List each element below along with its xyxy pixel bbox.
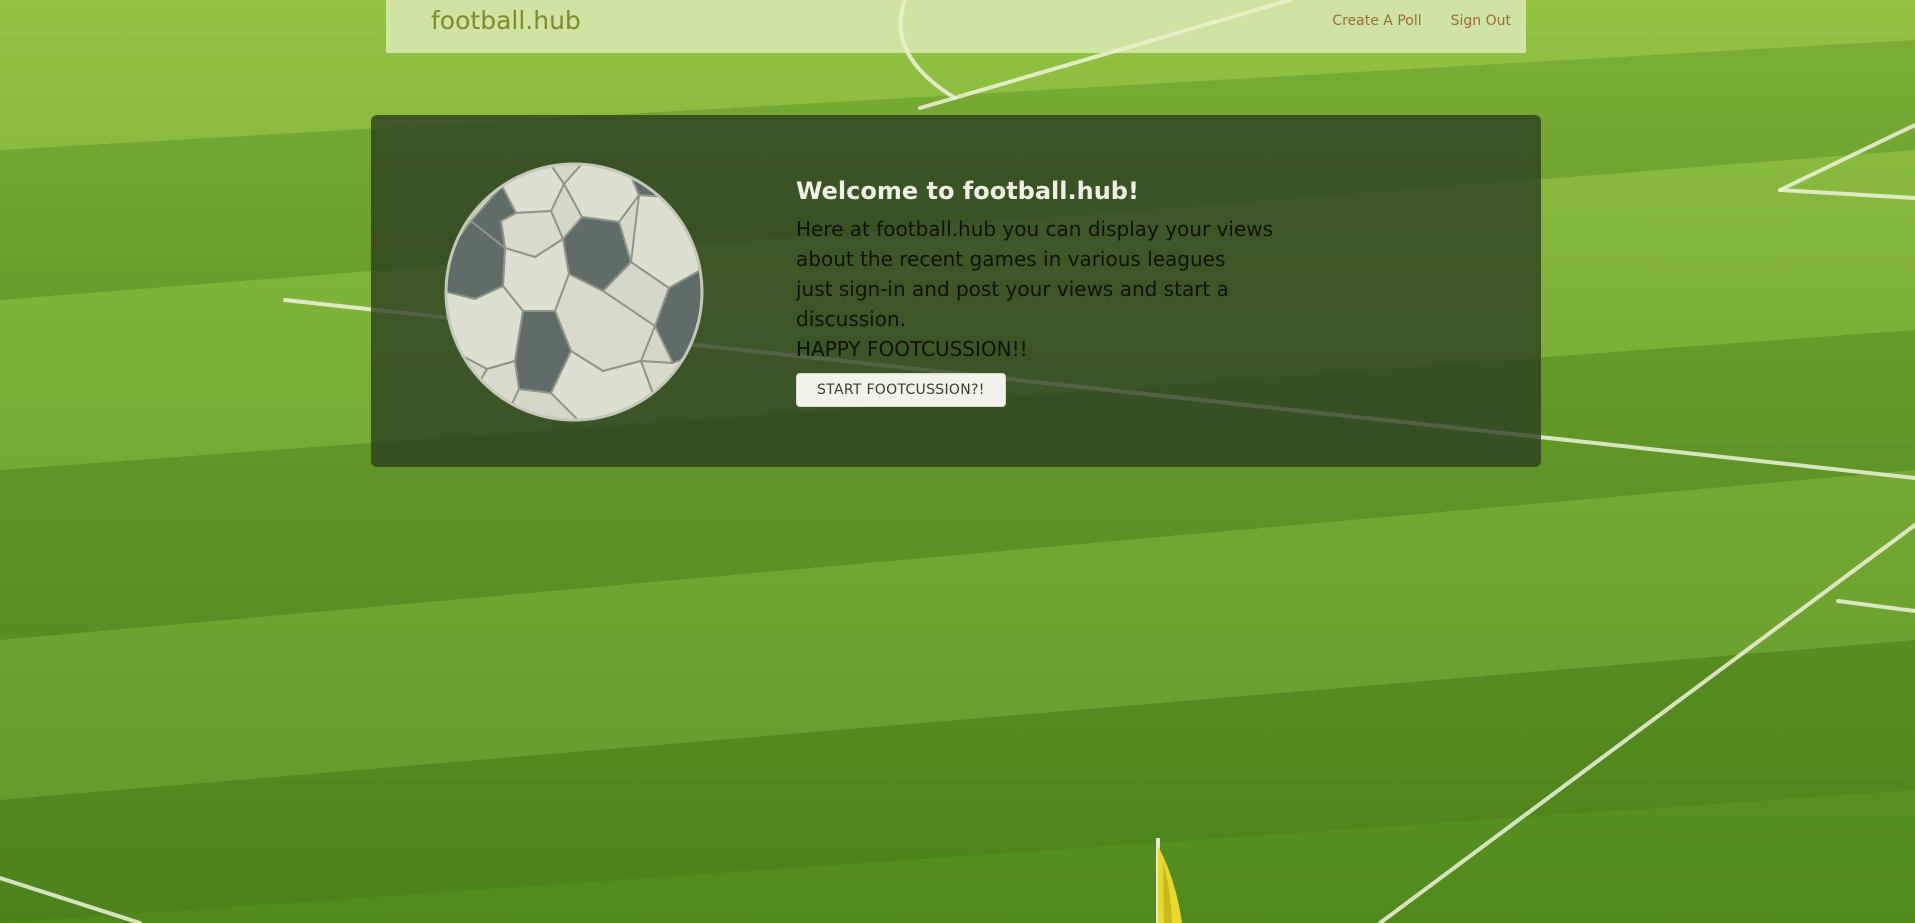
welcome-panel: Welcome to football.hub! Here at footbal… <box>371 115 1541 467</box>
signin-prompt-text: just sign-in and post your views and sta… <box>796 277 1229 331</box>
welcome-title: Welcome to football.hub! <box>796 177 1139 205</box>
welcome-content: Welcome to football.hub! Here at footbal… <box>796 177 1316 407</box>
sign-out-link[interactable]: Sign Out <box>1451 13 1511 29</box>
nav-links: Create A Poll Sign Out <box>1332 13 1511 29</box>
soccer-ball-icon <box>444 162 704 422</box>
intro-text: Here at football.hub you can display you… <box>796 217 1273 271</box>
tagline-text: HAPPY FOOTCUSSION!! <box>796 337 1028 361</box>
create-poll-link[interactable]: Create A Poll <box>1332 13 1421 29</box>
brand-link[interactable]: football.hub <box>431 6 581 35</box>
top-navbar: football.hub Create A Poll Sign Out <box>386 0 1526 53</box>
start-footcussion-button[interactable]: START FOOTCUSSION?! <box>796 373 1006 407</box>
